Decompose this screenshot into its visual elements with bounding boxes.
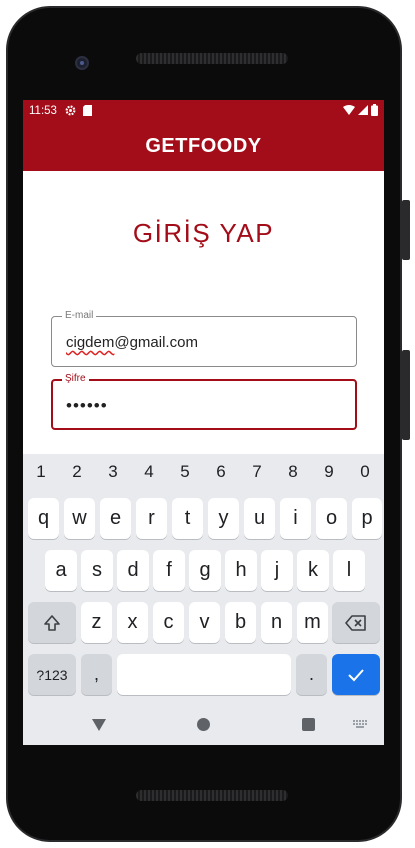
backspace-key[interactable] [332, 602, 380, 643]
key-0[interactable]: 0 [347, 462, 383, 482]
password-field[interactable]: Şifre •••••• [51, 373, 357, 430]
page-title: GİRİŞ YAP [132, 218, 275, 248]
app-bar: GETFOODY [23, 121, 384, 171]
key-3[interactable]: 3 [95, 462, 131, 482]
wifi-icon [343, 105, 355, 115]
key-v[interactable]: v [189, 602, 220, 643]
number-row: 1 2 3 4 5 6 7 8 9 0 [23, 462, 384, 482]
comma-key[interactable]: , [81, 654, 112, 695]
key-m[interactable]: m [297, 602, 328, 643]
key-k[interactable]: k [297, 550, 329, 591]
front-camera [75, 56, 89, 70]
settings-icon [65, 105, 76, 116]
key-2[interactable]: 2 [59, 462, 95, 482]
check-icon [348, 668, 364, 681]
email-field[interactable]: E-mail cigdem@gmail.com [51, 310, 357, 367]
key-j[interactable]: j [261, 550, 293, 591]
top-speaker [136, 53, 288, 64]
key-u[interactable]: u [244, 498, 275, 539]
email-label: E-mail [62, 310, 97, 321]
email-value-domain: @gmail.com [114, 334, 198, 351]
shift-key[interactable] [28, 602, 76, 643]
bottom-speaker [136, 790, 288, 801]
period-key[interactable]: . [296, 654, 327, 695]
key-n[interactable]: n [261, 602, 292, 643]
key-d[interactable]: d [117, 550, 149, 591]
key-t[interactable]: t [172, 498, 203, 539]
key-q[interactable]: q [28, 498, 59, 539]
email-value-misspelled: cigdem [66, 334, 115, 351]
key-o[interactable]: o [316, 498, 347, 539]
sd-card-icon [82, 105, 92, 116]
key-1[interactable]: 1 [23, 462, 59, 482]
key-6[interactable]: 6 [203, 462, 239, 482]
key-i[interactable]: i [280, 498, 311, 539]
key-x[interactable]: x [117, 602, 148, 643]
key-f[interactable]: f [153, 550, 185, 591]
key-a[interactable]: a [45, 550, 77, 591]
key-g[interactable]: g [189, 550, 221, 591]
key-4[interactable]: 4 [131, 462, 167, 482]
battery-icon [371, 104, 378, 116]
shift-icon [44, 614, 60, 631]
key-e[interactable]: e [100, 498, 131, 539]
key-z[interactable]: z [81, 602, 112, 643]
app-screen: 11:53 GETFOODY GİRİŞ YAP E-mail cigdem@g… [23, 100, 384, 745]
back-icon[interactable] [92, 719, 106, 731]
volume-button[interactable] [402, 350, 410, 440]
key-b[interactable]: b [225, 602, 256, 643]
key-h[interactable]: h [225, 550, 257, 591]
power-button[interactable] [402, 200, 410, 260]
key-8[interactable]: 8 [275, 462, 311, 482]
keyboard-switch-icon[interactable] [353, 720, 368, 729]
key-5[interactable]: 5 [167, 462, 203, 482]
key-l[interactable]: l [333, 550, 365, 591]
key-7[interactable]: 7 [239, 462, 275, 482]
symbols-key[interactable]: ?123 [28, 654, 76, 695]
home-icon[interactable] [197, 718, 210, 731]
backspace-icon [345, 614, 366, 631]
key-r[interactable]: r [136, 498, 167, 539]
app-title: GETFOODY [145, 134, 262, 157]
soft-keyboard: 1 2 3 4 5 6 7 8 9 0 q w e r t y u i o p … [23, 454, 384, 745]
email-value[interactable]: cigdem@gmail.com [66, 334, 198, 351]
key-s[interactable]: s [81, 550, 113, 591]
password-value[interactable]: •••••• [66, 396, 108, 416]
key-w[interactable]: w [64, 498, 95, 539]
key-c[interactable]: c [153, 602, 184, 643]
key-y[interactable]: y [208, 498, 239, 539]
password-label: Şifre [62, 373, 89, 384]
space-key[interactable] [117, 654, 291, 695]
key-p[interactable]: p [352, 498, 382, 539]
status-time: 11:53 [29, 104, 57, 117]
recents-icon[interactable] [302, 718, 315, 731]
key-9[interactable]: 9 [311, 462, 347, 482]
signal-icon [358, 105, 368, 115]
navigation-bar [23, 708, 384, 745]
enter-key[interactable] [332, 654, 380, 695]
status-bar: 11:53 [23, 100, 384, 121]
